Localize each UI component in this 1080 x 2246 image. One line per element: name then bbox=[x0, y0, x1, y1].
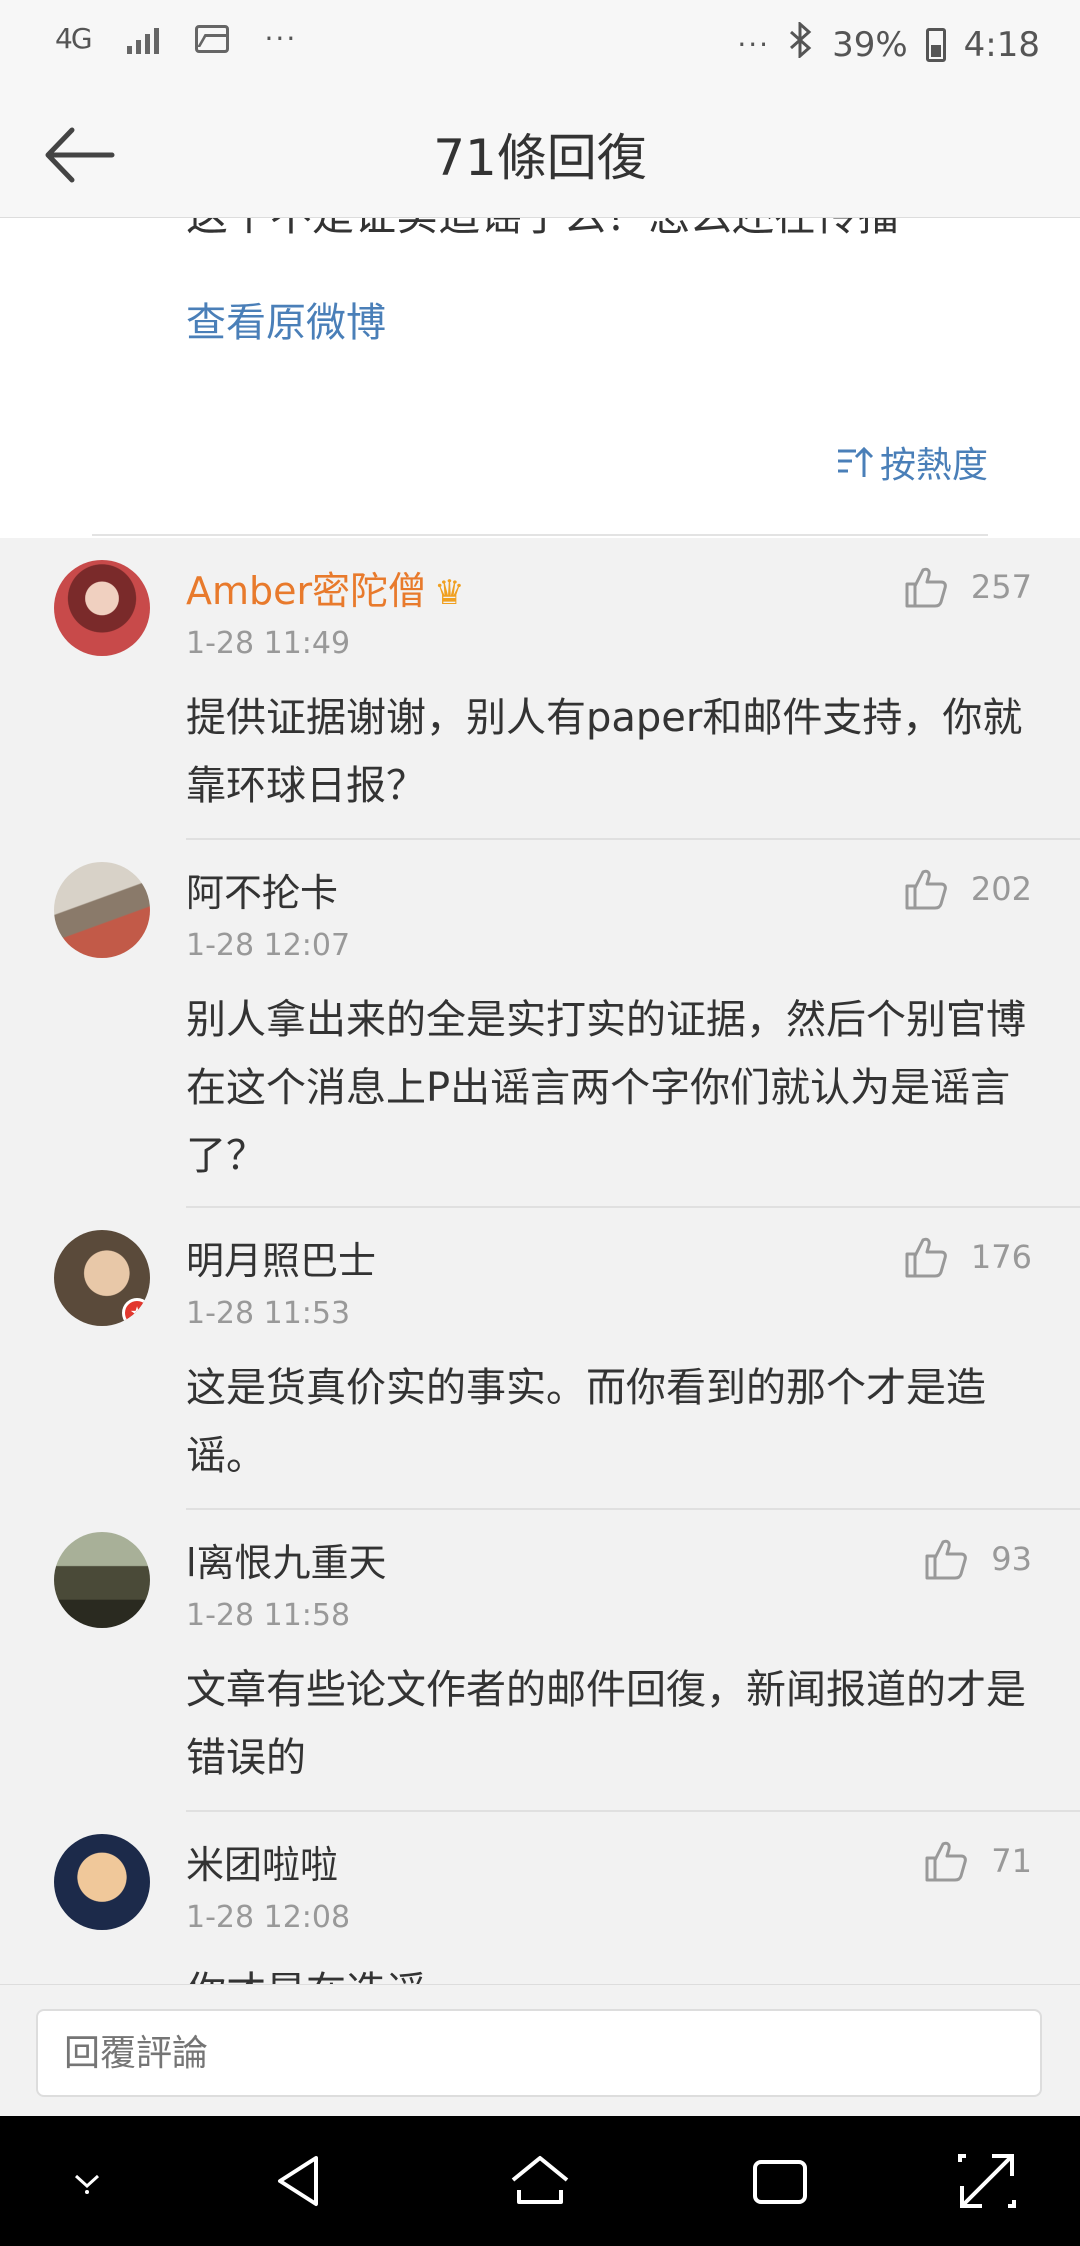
like-count: 93 bbox=[991, 1540, 1032, 1578]
comment-time: 1-28 12:08 bbox=[186, 1900, 351, 1935]
comment-time: 1-28 11:49 bbox=[186, 626, 351, 661]
comment-item[interactable]: Amber密陀僧 ♛ 1-28 11:49 提供证据谢谢，别人有paper和邮件支… bbox=[0, 538, 1080, 840]
divider bbox=[92, 534, 988, 536]
comment-text: 文章有些论文作者的邮件回復，新闻报道的才是错误的 bbox=[186, 1667, 1026, 1781]
comment-text: 你才是在造谣 bbox=[186, 1958, 1036, 1984]
reply-input[interactable] bbox=[36, 2009, 1042, 2097]
sort-icon bbox=[837, 446, 874, 477]
username[interactable]: 米团啦啦 bbox=[186, 1834, 338, 1889]
avatar[interactable] bbox=[54, 1834, 150, 1930]
system-nav-bar bbox=[0, 2116, 1080, 2246]
system-back-button[interactable] bbox=[266, 2146, 336, 2216]
app-header: 71條回復 bbox=[0, 90, 1080, 218]
overflow-icon: ··· bbox=[737, 28, 771, 61]
like-count: 257 bbox=[970, 568, 1032, 606]
username[interactable]: 阿不抡卡 bbox=[186, 862, 338, 917]
image-notification-icon bbox=[194, 24, 229, 53]
like-button[interactable]: 202 bbox=[903, 866, 1032, 912]
verified-badge-icon: ★ bbox=[122, 1298, 150, 1326]
avatar[interactable] bbox=[54, 560, 150, 656]
sort-button[interactable]: 按熱度 bbox=[836, 436, 988, 488]
expand-icon bbox=[958, 2154, 1016, 2208]
more-notifications-icon: ··· bbox=[264, 22, 298, 55]
like-count: 71 bbox=[991, 1842, 1032, 1880]
page-title: 71條回復 bbox=[433, 129, 647, 187]
home-button[interactable] bbox=[505, 2146, 575, 2216]
sort-label: 按熱度 bbox=[879, 445, 988, 486]
bluetooth-icon bbox=[788, 20, 814, 67]
thumbs-up-icon bbox=[905, 1237, 947, 1278]
comment-time: 1-28 11:58 bbox=[186, 1598, 351, 1633]
comment-item[interactable]: 阿不抡卡 1-28 12:07 别人拿出来的全是实打实的证据，然后个别官博在这个… bbox=[0, 840, 1080, 1208]
hide-nav-button[interactable] bbox=[52, 2146, 122, 2216]
comment-time: 1-28 11:53 bbox=[186, 1296, 351, 1331]
avatar[interactable] bbox=[54, 862, 150, 958]
thumbs-up-icon bbox=[925, 1539, 968, 1580]
view-original-link[interactable]: 查看原微博 bbox=[186, 290, 386, 348]
username[interactable]: l离恨九重天 bbox=[186, 1532, 387, 1587]
recents-button[interactable] bbox=[745, 2146, 815, 2216]
crown-icon: ♛ bbox=[434, 573, 465, 613]
battery-percent: 39% bbox=[832, 24, 908, 65]
post-text: 这个不是证实造谣了么？怎么还在传播 bbox=[186, 218, 900, 243]
comment-item[interactable]: ★ 明月照巴士 1-28 11:53 这是货真价实的事实。而你看到的那个才是造谣… bbox=[0, 1208, 1080, 1510]
comment-text: 别人拿出来的全是实打实的证据，然后个别官博在这个消息上P出谣言两个字你们就认为是… bbox=[186, 997, 1026, 1179]
like-button[interactable]: 257 bbox=[903, 564, 1032, 610]
clock: 4:18 bbox=[963, 24, 1040, 65]
reply-bar bbox=[0, 1984, 1080, 2116]
chevron-down-icon bbox=[74, 2174, 100, 2194]
like-button[interactable]: 93 bbox=[923, 1536, 1032, 1582]
avatar[interactable] bbox=[54, 1532, 150, 1628]
status-bar: 4G ··· ··· 39% 4:18 bbox=[0, 0, 1080, 90]
comment-text: 这是货真价实的事实。而你看到的那个才是造谣。 bbox=[186, 1365, 986, 1479]
comment-text: 提供证据谢谢，别人有paper和邮件支持，你就靠环球日报？ bbox=[186, 695, 1023, 809]
thumbs-up-icon bbox=[905, 869, 947, 910]
signal-icon bbox=[126, 24, 159, 54]
home-icon bbox=[511, 2156, 569, 2204]
like-count: 176 bbox=[970, 1238, 1032, 1276]
comment-item[interactable]: l离恨九重天 1-28 11:58 文章有些论文作者的邮件回復，新闻报道的才是错… bbox=[0, 1510, 1080, 1812]
expand-button[interactable] bbox=[952, 2146, 1022, 2216]
username[interactable]: Amber密陀僧 ♛ bbox=[186, 560, 465, 615]
recents-icon bbox=[753, 2160, 807, 2204]
like-button[interactable]: 71 bbox=[923, 1838, 1032, 1884]
thumbs-up-icon bbox=[905, 567, 947, 608]
like-count: 202 bbox=[970, 870, 1032, 908]
original-post-card: 这个不是证实造谣了么？怎么还在传播 查看原微博 按熱度 bbox=[0, 218, 1080, 538]
back-triangle-icon bbox=[278, 2156, 318, 2206]
comment-item[interactable]: 米团啦啦 1-28 12:08 你才是在造谣 71 bbox=[0, 1812, 1080, 1984]
comment-time: 1-28 12:07 bbox=[186, 928, 351, 963]
avatar[interactable]: ★ bbox=[54, 1230, 150, 1326]
username[interactable]: 明月照巴士 bbox=[186, 1230, 376, 1285]
like-button[interactable]: 176 bbox=[903, 1234, 1032, 1280]
thumbs-up-icon bbox=[925, 1841, 968, 1882]
battery-icon bbox=[925, 27, 946, 62]
comment-list[interactable]: Amber密陀僧 ♛ 1-28 11:49 提供证据谢谢，别人有paper和邮件支… bbox=[0, 538, 1080, 1984]
network-indicator: 4G bbox=[55, 22, 92, 55]
